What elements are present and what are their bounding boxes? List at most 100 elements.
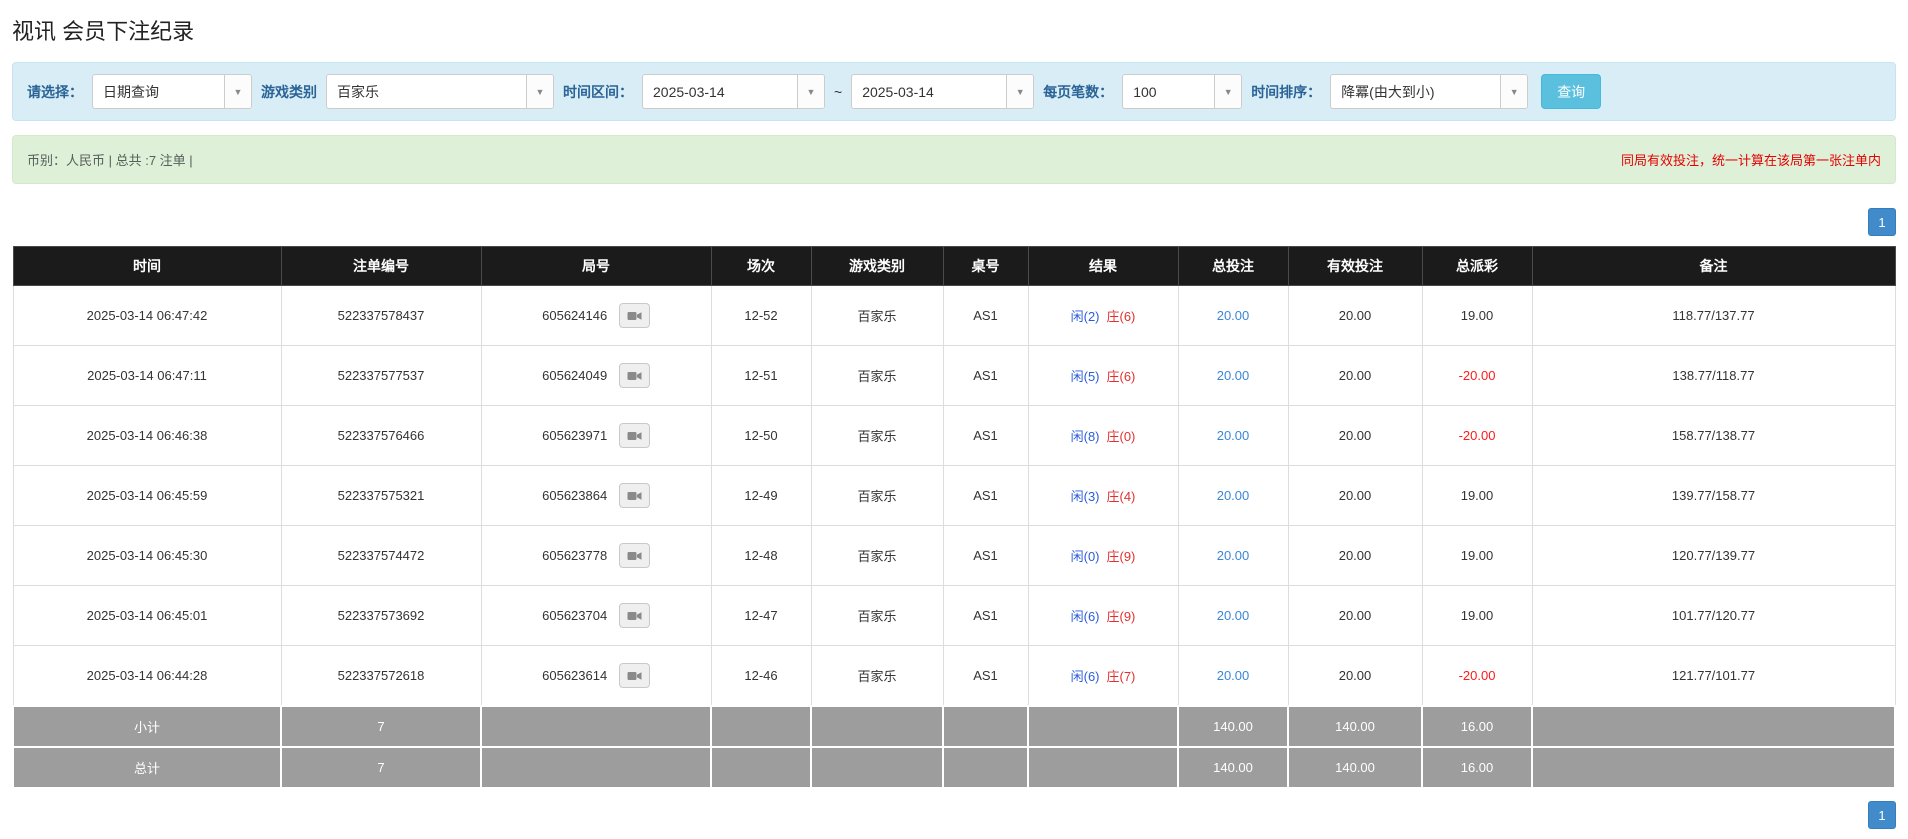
replay-button[interactable] [619,423,650,448]
cell-game-type: 百家乐 [811,346,943,406]
page: 视讯 会员下注纪录 请选择： 日期查询 ▼ 游戏类别 百家乐 ▼ 时间区间： 2… [0,0,1908,839]
cell-bet-id: 522337572618 [281,646,481,707]
cell-payout: -20.00 [1422,406,1532,466]
replay-button[interactable] [619,663,650,688]
total-bet-link[interactable]: 20.00 [1217,308,1250,323]
result-player: 闲(6) [1071,609,1100,624]
column-header: 游戏类别 [811,247,943,286]
cell-result: 闲(5) 庄(6) [1028,346,1178,406]
result-player: 闲(8) [1071,429,1100,444]
replay-button[interactable] [619,303,650,328]
page-button-1[interactable]: 1 [1868,208,1896,236]
cell-result: 闲(6)庄(9) [1028,586,1178,646]
round-id-text: 605623614 [542,668,607,683]
chevron-down-icon[interactable]: ▼ [1214,75,1241,108]
date-from-select[interactable]: 2025-03-14 ▼ [642,74,825,109]
chevron-down-icon[interactable]: ▼ [526,75,553,108]
summary-cell [1028,747,1178,788]
total-bet-link[interactable]: 20.00 [1217,608,1250,623]
summary-cell [711,706,811,747]
summary-cell [481,747,711,788]
result-banker: 庄(7) [1107,669,1136,684]
result-banker: 庄(6) [1107,309,1136,324]
chevron-down-icon[interactable]: ▼ [1006,75,1033,108]
total-bet-link[interactable]: 20.00 [1217,368,1250,383]
game-type-select[interactable]: 百家乐 ▼ [326,74,554,109]
total-bet-link[interactable]: 20.00 [1217,548,1250,563]
cell-bet-id: 522337573692 [281,586,481,646]
total-bet-link[interactable]: 20.00 [1217,488,1250,503]
replay-button[interactable] [619,543,650,568]
cell-round-id: 605623864 [481,466,711,526]
summary-cell [1532,747,1895,788]
summary-cell [711,747,811,788]
cell-session: 12-51 [711,346,811,406]
cell-result: 闲(0)庄(9) [1028,526,1178,586]
cell-total-bet: 20.00 [1178,646,1288,707]
replay-button[interactable] [619,363,650,388]
cell-total-bet: 20.00 [1178,586,1288,646]
video-icon [627,370,642,382]
cell-time: 2025-03-14 06:45:59 [13,466,281,526]
cell-result: 闲(2) 庄(6) [1028,286,1178,346]
cell-game-type: 百家乐 [811,406,943,466]
cell-table-no: AS1 [943,466,1028,526]
per-page-select[interactable]: 100 ▼ [1122,74,1242,109]
cell-round-id: 605623704 [481,586,711,646]
cell-round-id: 605623971 [481,406,711,466]
column-header: 总派彩 [1422,247,1532,286]
cell-game-type: 百家乐 [811,466,943,526]
sort-select[interactable]: 降冪(由大到小) ▼ [1330,74,1528,109]
cell-remark: 121.77/101.77 [1532,646,1895,707]
replay-button[interactable] [619,603,650,628]
cell-table-no: AS1 [943,526,1028,586]
video-icon [627,490,642,502]
chevron-down-icon[interactable]: ▼ [797,75,824,108]
video-icon [627,610,642,622]
summary-cell: 总计 [13,747,281,788]
date-to-value: 2025-03-14 [852,75,1006,108]
replay-button[interactable] [619,483,650,508]
cell-valid-bet: 20.00 [1288,466,1422,526]
result-player: 闲(2) [1071,309,1100,324]
game-type-label: 游戏类别 [261,82,317,102]
sort-value: 降冪(由大到小) [1331,75,1500,108]
search-button[interactable]: 查询 [1541,74,1601,109]
cell-total-bet: 20.00 [1178,286,1288,346]
column-header: 场次 [711,247,811,286]
result-banker: 庄(6) [1107,369,1136,384]
date-to-select[interactable]: 2025-03-14 ▼ [851,74,1034,109]
cell-game-type: 百家乐 [811,526,943,586]
cell-time: 2025-03-14 06:45:01 [13,586,281,646]
column-header: 时间 [13,247,281,286]
date-range-separator: ~ [834,84,842,100]
filter-bar: 请选择： 日期查询 ▼ 游戏类别 百家乐 ▼ 时间区间： 2025-03-14 … [12,62,1896,121]
cell-bet-id: 522337574472 [281,526,481,586]
summary-cell [811,706,943,747]
column-header: 注单编号 [281,247,481,286]
page-button-1[interactable]: 1 [1868,801,1896,829]
cell-payout: -20.00 [1422,346,1532,406]
result-player: 闲(5) [1071,369,1100,384]
summary-cell [943,747,1028,788]
summary-currency-total: 币别：人民币 | 总共 :7 注单 | [27,150,193,169]
summary-cell: 140.00 [1288,706,1422,747]
date-from-value: 2025-03-14 [643,75,797,108]
total-bet-link[interactable]: 20.00 [1217,428,1250,443]
chevron-down-icon[interactable]: ▼ [224,75,251,108]
cell-result: 闲(8) 庄(0) [1028,406,1178,466]
result-banker: 庄(0) [1107,429,1136,444]
cell-payout: 19.00 [1422,286,1532,346]
cell-bet-id: 522337577537 [281,346,481,406]
table-row: 2025-03-14 06:47:11 522337577537 6056240… [13,346,1895,406]
cell-payout: -20.00 [1422,646,1532,707]
chevron-down-icon[interactable]: ▼ [1500,75,1527,108]
summary-cell: 小计 [13,706,281,747]
total-bet-link[interactable]: 20.00 [1217,668,1250,683]
cell-payout: 19.00 [1422,526,1532,586]
round-id-text: 605623864 [542,488,607,503]
query-type-select[interactable]: 日期查询 ▼ [92,74,252,109]
bet-records-table: 时间注单编号局号场次游戏类别桌号结果总投注有效投注总派彩备注 2025-03-1… [12,246,1896,789]
cell-time: 2025-03-14 06:45:30 [13,526,281,586]
cell-session: 12-48 [711,526,811,586]
